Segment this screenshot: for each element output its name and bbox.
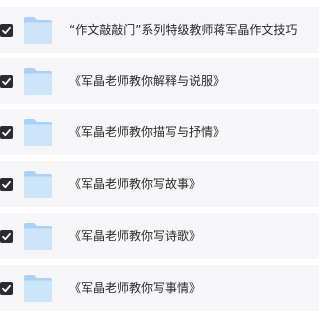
check-icon: [2, 77, 11, 86]
list-item[interactable]: 《军晶老师教你写故事》: [0, 161, 319, 207]
list-item[interactable]: 《军晶老师教你解释与说服》: [0, 58, 319, 104]
folder-name: “作文敲敲门”系列特级教师蒋军晶作文技巧: [69, 23, 298, 37]
list-item[interactable]: “作文敲敲门”系列特级教师蒋军晶作文技巧: [0, 7, 319, 53]
checkbox-checked[interactable]: [0, 230, 13, 243]
list-item[interactable]: 《军晶老师教你写诗歌》: [0, 213, 319, 259]
folder-icon: [24, 119, 52, 146]
folder-name: 《军晶老师教你写诗歌》: [69, 229, 202, 243]
checkbox-checked[interactable]: [0, 282, 13, 295]
folder-icon: [24, 171, 52, 198]
folder-name: 《军晶老师教你写故事》: [69, 177, 202, 191]
folder-name: 《军晶老师教你描写与抒情》: [69, 125, 226, 139]
checkbox-checked[interactable]: [0, 24, 13, 37]
check-icon: [2, 232, 11, 241]
check-icon: [2, 26, 11, 35]
list-item[interactable]: 《军晶老师教你描写与抒情》: [0, 109, 319, 155]
check-icon: [2, 180, 11, 189]
folder-icon: [24, 223, 52, 250]
folder-name: 《军晶老师教你解释与说服》: [69, 74, 226, 88]
list-item[interactable]: 《军晶老师教你写事情》: [0, 265, 319, 311]
checkbox-checked[interactable]: [0, 75, 13, 88]
folder-icon: [24, 68, 52, 95]
check-icon: [2, 284, 11, 293]
check-icon: [2, 128, 11, 137]
file-list: “作文敲敲门”系列特级教师蒋军晶作文技巧 《军晶老师教你解释与说服》 《军晶老师…: [0, 0, 319, 311]
checkbox-checked[interactable]: [0, 178, 13, 191]
folder-name: 《军晶老师教你写事情》: [69, 281, 202, 295]
folder-icon: [24, 17, 52, 44]
checkbox-checked[interactable]: [0, 126, 13, 139]
